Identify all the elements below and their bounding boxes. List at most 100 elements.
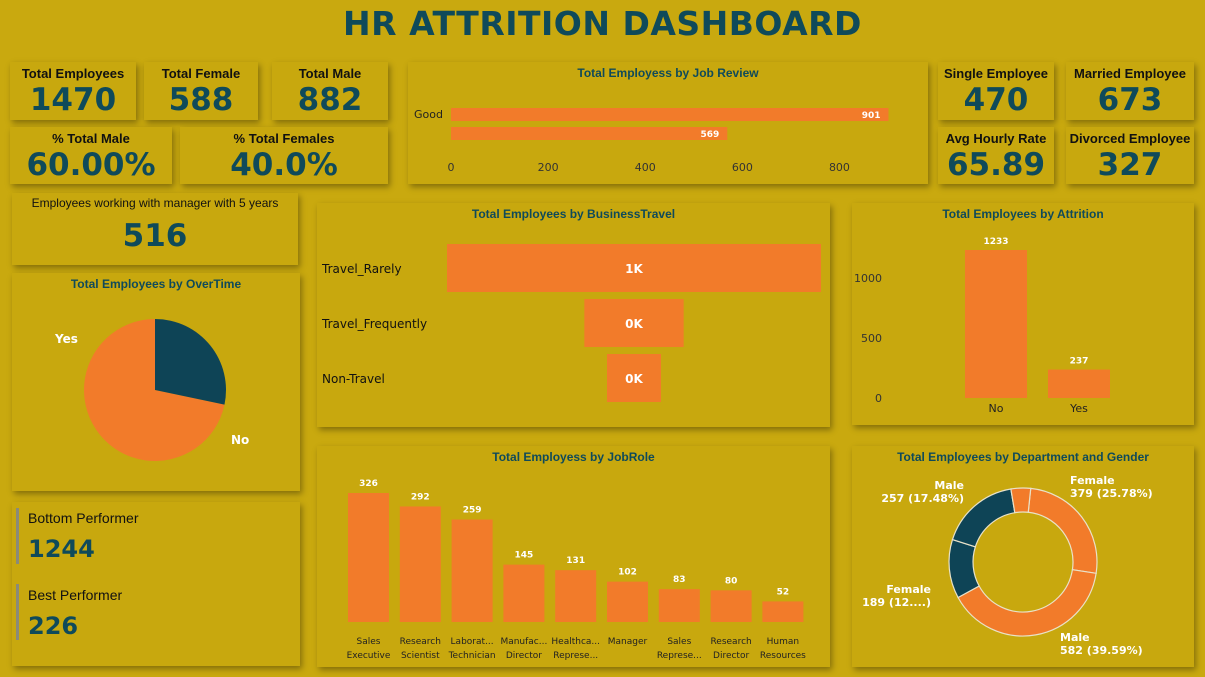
job-review-category-label: Good xyxy=(414,108,443,121)
dept-gender-label: Male xyxy=(1060,631,1090,644)
job-role-bar xyxy=(555,570,597,622)
business-travel-category-label: Travel_Rarely xyxy=(321,262,402,276)
job-role-category-label: Sales xyxy=(357,637,381,647)
job-review-bar xyxy=(451,127,728,140)
dept-gender-plot: Female379 (25.78%)Male582 (39.59%)Female… xyxy=(862,474,1153,657)
chart-job-role[interactable]: Total Employess by JobRole 326 Sales Execu… xyxy=(317,446,830,667)
kpi-value: 327 xyxy=(1097,147,1163,183)
job-role-value-label: 80 xyxy=(725,576,738,586)
job-review-tick-label: 600 xyxy=(732,161,753,174)
business-travel-plot: 1K Travel_Rarely 0K Travel_Frequently 0K Non-… xyxy=(321,244,821,402)
kpi-value: 65.89 xyxy=(946,147,1046,183)
business-travel-category-label: Non-Travel xyxy=(322,372,385,386)
attrition-tick-label: 500 xyxy=(861,332,882,345)
attrition-tick-label: 0 xyxy=(875,392,882,405)
kpi-label: % Total Male xyxy=(52,131,130,146)
chart-dept-gender[interactable]: Total Employees by Department and Gender… xyxy=(852,446,1194,667)
job-role-category-label: Director xyxy=(713,651,749,661)
business-travel-category-label: Travel_Frequently xyxy=(321,317,427,331)
dept-gender-segment xyxy=(957,568,1097,637)
attrition-plot: 1233 No 237 Yes 1000 500 0 xyxy=(854,237,1110,415)
attrition-category-label: No xyxy=(989,402,1004,415)
kpi-label: Single Employee xyxy=(943,66,1049,81)
job-review-tick-label: 800 xyxy=(829,161,850,174)
dept-gender-segment xyxy=(1010,487,1032,514)
job-review-bar xyxy=(451,108,889,121)
overtime-label-no: No xyxy=(231,433,249,447)
business-travel-value-label: 1K xyxy=(625,262,643,276)
job-role-bar xyxy=(607,581,648,622)
bottom-performer-label: Bottom Performer xyxy=(28,510,139,526)
kpi-hourly-rate[interactable]: Avg Hourly Rate 65.89 xyxy=(938,127,1054,184)
best-performer-value: 226 xyxy=(28,612,79,640)
job-role-category-label: Scientist xyxy=(401,651,440,661)
kpi-total-employees[interactable]: Total Employees 1470 xyxy=(10,62,136,120)
bottom-performer-marker xyxy=(16,508,19,564)
job-role-bar xyxy=(658,589,700,622)
kpi-value: 1470 xyxy=(29,82,117,118)
dept-gender-value: 189 (12....) xyxy=(862,596,931,609)
best-performer-marker xyxy=(16,584,19,640)
attrition-tick-label: 1000 xyxy=(854,272,882,285)
job-role-category-label: Laborat... xyxy=(451,637,494,647)
job-role-category-label: Director xyxy=(506,651,542,661)
job-role-category-label: Human xyxy=(767,637,799,647)
kpi-label: Total Male xyxy=(298,66,362,81)
dept-gender-label: Female xyxy=(886,583,931,596)
dept-gender-value: 257 (17.48%) xyxy=(881,492,964,505)
kpi-label: % Total Females xyxy=(233,131,335,146)
job-role-category-label: Sales xyxy=(667,637,691,647)
kpi-single[interactable]: Single Employee 470 xyxy=(938,62,1054,120)
job-role-category-label: Manager xyxy=(608,637,648,647)
kpi-manager-5-years[interactable]: Employees working with manager with 5 ye… xyxy=(12,193,298,265)
attrition-bar xyxy=(1048,369,1110,398)
job-role-value-label: 292 xyxy=(411,492,430,502)
job-role-value-label: 52 xyxy=(777,587,790,597)
kpi-value: 588 xyxy=(168,82,234,118)
attrition-value-label: 237 xyxy=(1070,357,1089,367)
kpi-value: 40.0% xyxy=(230,147,338,183)
job-role-category-label: Represe... xyxy=(657,651,702,661)
kpi-pct-female[interactable]: % Total Females 40.0% xyxy=(180,127,388,184)
kpi-label: Divorced Employee xyxy=(1069,131,1191,146)
attrition-bar xyxy=(965,250,1027,398)
overtime-label-yes: Yes xyxy=(54,332,78,346)
chart-job-review[interactable]: Total Employess by Job Review 901 Good 569… xyxy=(408,62,928,184)
job-role-value-label: 83 xyxy=(673,575,686,585)
job-review-tick-label: 400 xyxy=(635,161,656,174)
job-role-value-label: 131 xyxy=(566,556,585,566)
dept-gender-value: 582 (39.59%) xyxy=(1060,644,1143,657)
job-review-tick-label: 0 xyxy=(448,161,455,174)
job-review-tick-label: 200 xyxy=(538,161,559,174)
job-role-bar xyxy=(503,564,545,622)
kpi-total-male[interactable]: Total Male 882 xyxy=(272,62,388,120)
kpi-pct-male[interactable]: % Total Male 60.00% xyxy=(10,127,172,184)
job-role-category-label: Research xyxy=(710,637,751,647)
job-role-value-label: 102 xyxy=(618,568,637,578)
kpi-value: 470 xyxy=(963,82,1029,118)
dept-gender-label: Male xyxy=(934,479,964,492)
chart-overtime[interactable]: Total Employees by OverTime No Yes xyxy=(12,273,300,491)
business-travel-value-label: 0K xyxy=(625,372,643,386)
bottom-performer-value: 1244 xyxy=(28,535,95,563)
chart-business-travel[interactable]: Total Employees by BusinessTravel 1K Trav… xyxy=(317,203,830,427)
chart-attrition[interactable]: Total Employees by Attrition 1233 No 237 Ye… xyxy=(852,203,1194,425)
kpi-divorced[interactable]: Divorced Employee 327 xyxy=(1066,127,1194,184)
kpi-total-female[interactable]: Total Female 588 xyxy=(144,62,258,120)
job-role-bar xyxy=(762,601,804,622)
best-performer-label: Best Performer xyxy=(28,587,123,603)
performer-card[interactable]: Bottom Performer 1244 Best Performer 226 xyxy=(12,502,300,666)
dashboard-title: HR ATTRITION DASHBOARD xyxy=(343,4,862,43)
kpi-label: Total Female xyxy=(161,66,241,81)
dept-gender-value: 379 (25.78%) xyxy=(1070,487,1153,500)
job-role-category-label: Resources xyxy=(760,651,806,661)
kpi-married[interactable]: Married Employee 673 xyxy=(1066,62,1194,120)
job-role-plot: 326 Sales Executive 292 Research Scientist 259… xyxy=(347,479,807,661)
attrition-category-label: Yes xyxy=(1069,402,1088,415)
dept-gender-label: Female xyxy=(1070,474,1115,487)
business-travel-value-label: 0K xyxy=(625,317,643,331)
job-role-category-label: Technician xyxy=(448,651,496,661)
job-review-value-label: 569 xyxy=(700,130,719,140)
kpi-value: 516 xyxy=(122,218,188,254)
attrition-value-label: 1233 xyxy=(983,237,1008,247)
